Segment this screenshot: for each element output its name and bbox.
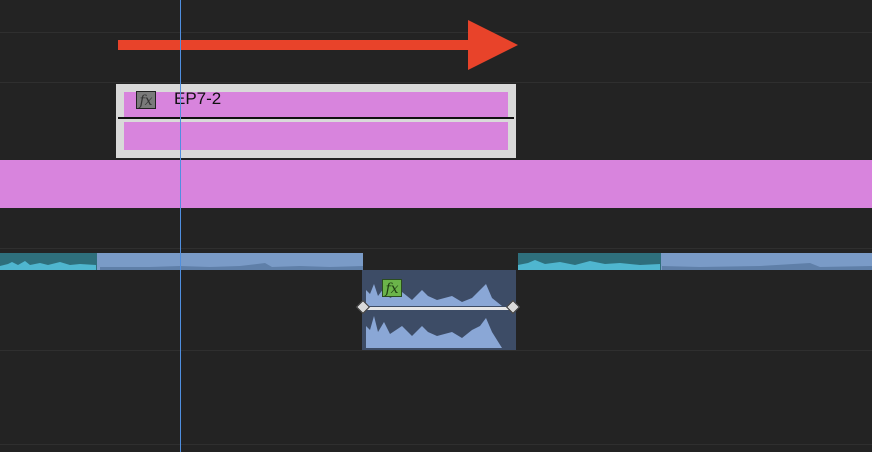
video-clip-ep7-2[interactable]: fx EP7-2 — [116, 84, 516, 158]
clip-name: EP7-2 — [174, 89, 222, 108]
track-divider — [0, 32, 872, 33]
track-divider — [0, 248, 872, 249]
audio-waveform-strip — [0, 260, 872, 270]
volume-line[interactable] — [362, 307, 516, 310]
track-divider — [0, 444, 872, 445]
arrow-annotation-head — [468, 20, 518, 70]
video-clip-bottom-area — [124, 122, 508, 150]
audio-clip-selected[interactable]: fx — [355, 270, 521, 350]
fx-icon[interactable]: fx — [136, 91, 156, 109]
opacity-line[interactable] — [118, 117, 514, 119]
video-clip-track-band[interactable] — [0, 160, 872, 208]
track-divider — [0, 82, 872, 83]
arrow-annotation-shaft — [118, 40, 473, 50]
fx-icon[interactable]: fx — [382, 279, 402, 297]
track-divider — [0, 350, 872, 351]
playhead[interactable] — [180, 0, 181, 452]
